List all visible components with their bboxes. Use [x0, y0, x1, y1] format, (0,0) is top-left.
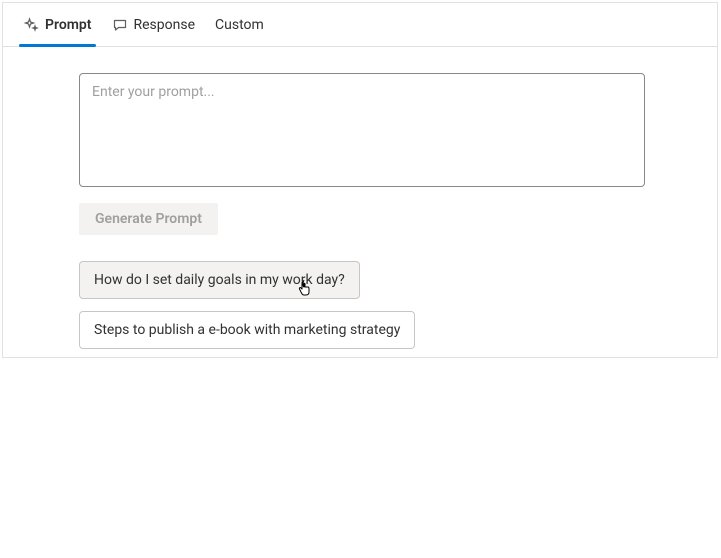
tab-response[interactable]: Response: [108, 3, 200, 46]
suggestion-label: Steps to publish a e-book with marketing…: [94, 322, 400, 338]
prompt-input[interactable]: [79, 73, 645, 187]
tabs-bar: Prompt Response Custom: [3, 3, 717, 47]
tab-response-label: Response: [134, 17, 196, 33]
tab-prompt-label: Prompt: [45, 17, 92, 33]
chat-icon: [112, 17, 128, 33]
suggestion-chip[interactable]: Steps to publish a e-book with marketing…: [79, 311, 415, 349]
app-container: Prompt Response Custom Generate Prompt H…: [2, 2, 718, 358]
tab-prompt[interactable]: Prompt: [19, 3, 96, 46]
content-area: Generate Prompt How do I set daily goals…: [3, 47, 717, 369]
suggestions-list: How do I set daily goals in my work day?…: [79, 261, 681, 349]
sparkle-icon: [23, 17, 39, 33]
tab-custom[interactable]: Custom: [211, 3, 268, 46]
generate-prompt-button[interactable]: Generate Prompt: [79, 203, 218, 235]
suggestion-chip[interactable]: How do I set daily goals in my work day?: [79, 261, 360, 299]
tab-custom-label: Custom: [215, 17, 264, 33]
suggestion-label: How do I set daily goals in my work day?: [94, 272, 345, 288]
